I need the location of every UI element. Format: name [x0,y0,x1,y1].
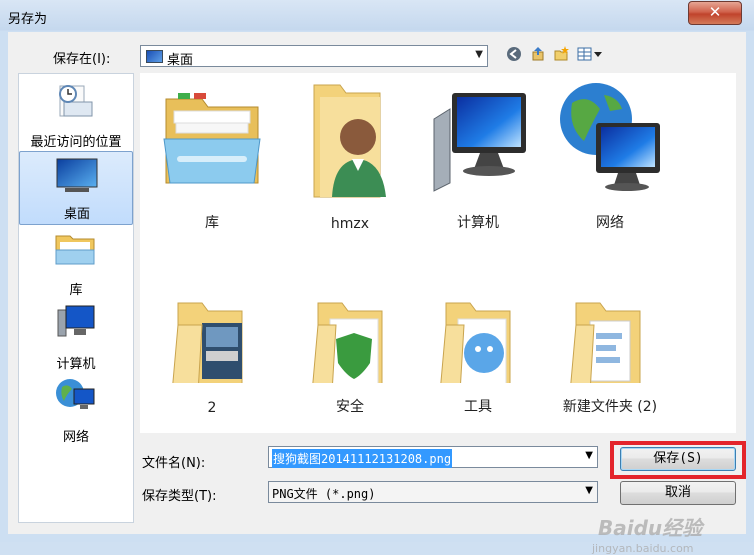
place-label: 库 [69,283,83,298]
file-list: 库 hmzx 计算机 网络 2 安全 工具 新建文件夹 (2) [140,73,736,433]
place-label: 网络 [62,430,89,445]
new-folder-icon[interactable] [553,46,569,66]
save-button[interactable]: 保存(S) [620,447,736,471]
place-label: 最近访问的位置 [30,135,122,150]
file-item-2[interactable]: 2 [148,261,276,426]
user-folder-icon [313,84,386,198]
file-item-libraries[interactable]: 库 [148,77,276,242]
computer-icon [433,93,526,192]
close-button[interactable]: ✕ [688,1,742,25]
chevron-down-icon[interactable]: ▼ [585,450,593,461]
up-folder-icon[interactable] [530,46,546,66]
desktop-icon [146,50,163,63]
back-icon[interactable] [506,46,522,66]
file-item-computer[interactable]: 计算机 [414,77,542,242]
location-combo[interactable]: 桌面 ▼ [140,45,488,68]
save-type-value: PNG文件 (*.png) [272,487,376,501]
filename-input[interactable]: 搜狗截图20141112131208.png ▼ [268,446,598,468]
libraries-icon [55,235,95,265]
title-bar[interactable]: 另存为 ✕ [0,0,754,32]
file-label: 2 [207,400,217,416]
view-menu-icon[interactable] [577,46,603,66]
file-label: 库 [205,215,219,231]
place-recent[interactable]: 最近访问的位置 [19,78,133,152]
network-icon [560,83,660,191]
computer-icon [57,305,95,337]
desktop-icon [56,158,98,192]
folder-icon [570,302,641,383]
file-item-new-folder-2[interactable]: 新建文件夹 (2) [546,261,674,426]
folder-icon [440,302,511,383]
libraries-folder-icon [163,93,261,184]
file-item-network[interactable]: 网络 [546,77,674,242]
dialog-body: 保存在(I): 桌面 ▼ 最近访问的位置 桌面 库 计算机 网络 库 hmzx … [8,32,746,555]
file-label: 安全 [336,399,364,415]
file-label: 计算机 [457,215,499,231]
location-value: 桌面 [167,53,194,68]
filename-value: 搜狗截图20141112131208.png [272,449,453,468]
place-libraries[interactable]: 库 [19,226,133,300]
save-as-dialog: 另存为 ✕ 保存在(I): 桌面 ▼ 最近访问的位置 桌面 库 计算机 网络 库… [0,0,754,555]
place-label: 计算机 [56,357,96,372]
close-icon: ✕ [708,3,722,21]
folder-icon [312,302,383,383]
file-item-tools[interactable]: 工具 [414,261,542,426]
network-icon [56,379,95,409]
file-item-security[interactable]: 安全 [286,261,414,426]
chevron-down-icon: ▼ [475,49,483,60]
file-label: 网络 [596,215,624,231]
file-label: 新建文件夹 (2) [562,399,658,415]
save-type-label: 保存类型(T): [142,489,217,504]
cancel-button[interactable]: 取消 [620,481,736,505]
file-label: hmzx [330,216,370,232]
watermark-logo: Baidu经验 [598,516,703,540]
chevron-down-icon: ▼ [585,485,593,496]
folder-icon [172,302,243,383]
filename-label: 文件名(N): [142,456,206,471]
place-computer[interactable]: 计算机 [19,300,133,374]
save-in-label: 保存在(I): [53,52,111,67]
recent-places-icon [59,85,93,117]
places-bar: 最近访问的位置 桌面 库 计算机 网络 [18,73,134,523]
place-desktop[interactable]: 桌面 [19,151,133,225]
save-type-select[interactable]: PNG文件 (*.png) ▼ [268,481,598,503]
place-network[interactable]: 网络 [19,373,133,447]
window-title: 另存为 [8,12,48,27]
watermark-url: jingyan.baidu.com [592,542,694,555]
place-label: 桌面 [63,207,90,222]
file-label: 工具 [464,399,492,415]
file-item-hmzx[interactable]: hmzx [286,77,414,242]
